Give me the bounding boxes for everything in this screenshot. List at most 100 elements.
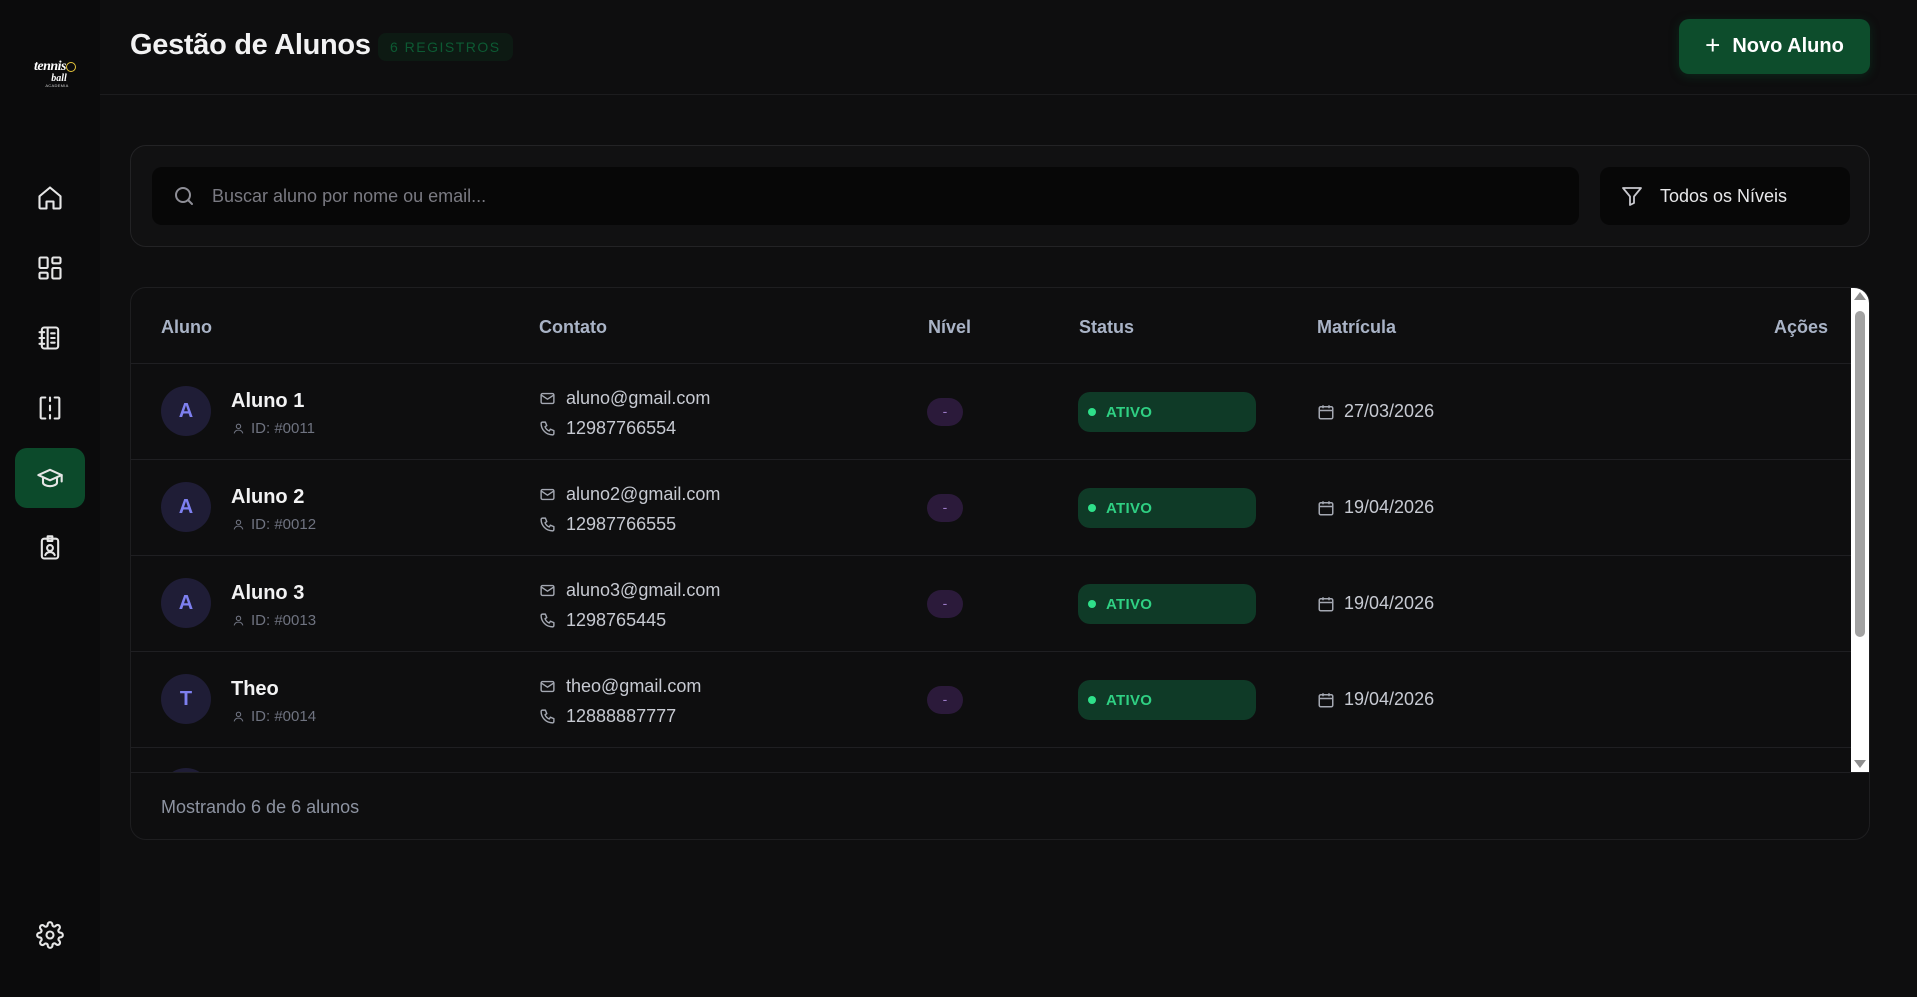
avatar: T [161, 674, 211, 724]
sidebar: tennis ball ACADEMIA [0, 0, 100, 997]
scrollbar-thumb[interactable] [1855, 311, 1865, 637]
column-header-status[interactable]: Status [1079, 317, 1134, 338]
level-badge: - [927, 494, 963, 522]
column-header-level[interactable]: Nível [928, 317, 971, 338]
new-student-label: Novo Aluno [1732, 35, 1844, 57]
calendar-icon [1318, 596, 1334, 611]
sidebar-item-home[interactable] [15, 168, 85, 228]
column-header-student[interactable]: Aluno [161, 317, 212, 338]
grid-icon [38, 256, 62, 280]
table-scrollbar[interactable] [1851, 288, 1869, 772]
phone-icon [540, 613, 555, 628]
pagination-summary: Mostrando 6 de 6 alunos [161, 797, 360, 817]
user-icon [233, 711, 244, 722]
enrollment-date-text: 19/04/2026 [1344, 593, 1435, 613]
user-icon [233, 519, 244, 530]
student-name: Aluno 2 [231, 486, 305, 508]
avatar: A [161, 386, 211, 436]
status-badge: ATIVO [1078, 392, 1256, 432]
status-text: ATIVO [1106, 403, 1153, 421]
student-email[interactable]: theo@gmail.com [539, 676, 701, 697]
level-badge: - [927, 398, 963, 426]
student-phone-text: 12987766555 [566, 514, 677, 534]
student-email[interactable]: aluno2@gmail.com [539, 484, 720, 505]
avatar: A [161, 578, 211, 628]
sidebar-item-students[interactable] [15, 448, 85, 508]
status-badge: ATIVO [1078, 488, 1256, 528]
status-dot-icon [1088, 600, 1096, 608]
column-header-enrollment[interactable]: Matrícula [1317, 317, 1396, 338]
logo-line3: ACADEMIA [45, 83, 69, 88]
sidebar-nav [15, 168, 85, 588]
calendar-icon [1318, 404, 1334, 419]
sidebar-item-teachers[interactable] [15, 518, 85, 578]
search-input[interactable] [212, 176, 1579, 216]
student-id-text: ID: #0012 [251, 516, 317, 533]
page-title: Gestão de Alunos [130, 29, 371, 61]
user-icon [233, 423, 244, 434]
student-id: ID: #0014 [232, 708, 316, 725]
user-icon [233, 615, 244, 626]
status-badge: ATIVO [1078, 680, 1256, 720]
student-phone[interactable]: 12888887777 [539, 706, 676, 727]
tennis-ball-icon [66, 62, 76, 72]
student-email-text: theo@gmail.com [566, 676, 702, 696]
table-body: A Aluno 1 ID: #0011 aluno@gmail.com 1298… [131, 364, 1851, 772]
settings-button[interactable] [15, 905, 85, 965]
student-name: Theo [231, 678, 279, 700]
notebook-icon [38, 326, 60, 350]
brand-logo[interactable]: tennis ball ACADEMIA [24, 60, 76, 100]
enrollment-date-text: 27/03/2026 [1344, 401, 1435, 421]
student-phone-text: 12888887777 [566, 706, 677, 726]
mail-icon [540, 680, 555, 693]
sidebar-item-agenda[interactable] [15, 308, 85, 368]
table-row[interactable]: A Aluno 2 ID: #0012 aluno2@gmail.com 129… [131, 460, 1851, 556]
search-box[interactable] [152, 167, 1579, 225]
status-badge: ATIVO [1078, 584, 1256, 624]
student-phone[interactable]: 12987766554 [539, 418, 676, 439]
sidebar-item-dashboard[interactable] [15, 238, 85, 298]
avatar: A [161, 482, 211, 532]
student-phone[interactable]: 1298765445 [539, 610, 666, 631]
level-badge: - [927, 590, 963, 618]
student-email[interactable]: aluno3@gmail.com [539, 580, 720, 601]
table-row[interactable]: T Theo ID: #0014 theo@gmail.com 12888887… [131, 652, 1851, 748]
student-id: ID: #0012 [232, 516, 316, 533]
student-name: Aluno 1 [231, 390, 305, 412]
status-text: ATIVO [1106, 595, 1153, 613]
table-row[interactable] [131, 748, 1851, 772]
student-id-text: ID: #0013 [251, 612, 317, 629]
new-student-button[interactable]: + Novo Aluno [1679, 19, 1870, 74]
id-badge-icon [40, 535, 60, 560]
student-id: ID: #0013 [232, 612, 316, 629]
phone-icon [540, 517, 555, 532]
table-row[interactable]: A Aluno 3 ID: #0013 aluno3@gmail.com 129… [131, 556, 1851, 652]
student-phone[interactable]: 12987766555 [539, 514, 676, 535]
scroll-down-arrow-icon[interactable] [1854, 760, 1866, 768]
table-row[interactable]: A Aluno 1 ID: #0011 aluno@gmail.com 1298… [131, 364, 1851, 460]
enrollment-date: 19/04/2026 [1317, 593, 1434, 614]
graduation-cap-icon [37, 468, 63, 488]
sidebar-item-courts[interactable] [15, 378, 85, 438]
student-phone-text: 12987766554 [566, 418, 677, 438]
gear-icon [36, 921, 64, 949]
home-icon [38, 186, 62, 210]
mail-icon [540, 584, 555, 597]
mail-icon [540, 488, 555, 501]
page-header: Gestão de Alunos 6 REGISTROS + Novo Alun… [100, 0, 1917, 95]
calendar-icon [1318, 692, 1334, 707]
column-header-contact[interactable]: Contato [539, 317, 607, 338]
enrollment-date-text: 19/04/2026 [1344, 689, 1435, 709]
table-header: Aluno Contato Nível Status Matrícula Açõ… [131, 288, 1851, 364]
student-phone-text: 1298765445 [566, 610, 667, 630]
search-icon [175, 187, 193, 205]
table-footer: Mostrando 6 de 6 alunos [131, 772, 1869, 839]
status-text: ATIVO [1106, 691, 1153, 709]
student-email[interactable]: aluno@gmail.com [539, 388, 710, 409]
search-panel: Todos os Níveis [130, 145, 1870, 247]
scroll-up-arrow-icon[interactable] [1854, 292, 1866, 300]
student-id-text: ID: #0014 [251, 708, 317, 725]
enrollment-date: 27/03/2026 [1317, 401, 1434, 422]
level-filter-select[interactable]: Todos os Níveis [1600, 167, 1850, 225]
logo-line2: ball [51, 73, 67, 84]
